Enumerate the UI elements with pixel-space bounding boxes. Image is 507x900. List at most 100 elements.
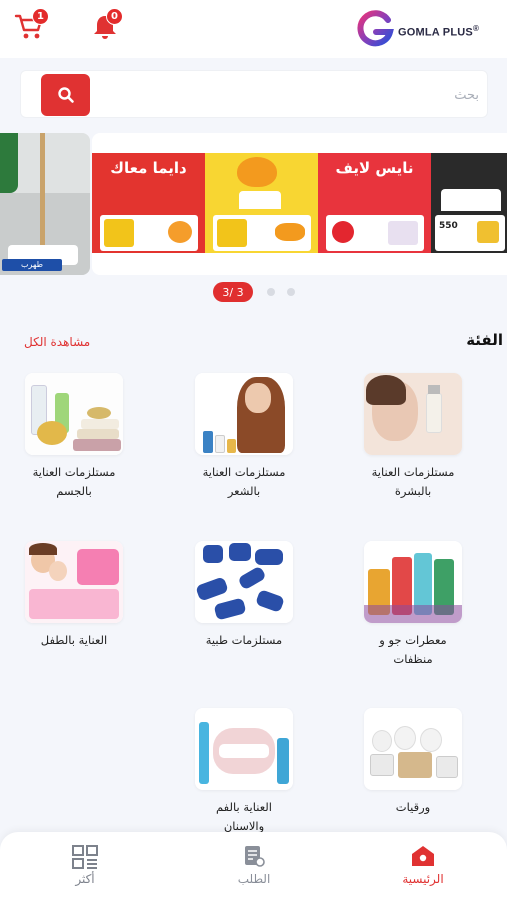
- tissue-box: [100, 215, 198, 251]
- category-image-hair-care: [195, 373, 293, 455]
- tissue-box: [213, 215, 311, 251]
- toothbrush: [199, 722, 209, 784]
- category-image-oral-care: [195, 708, 293, 790]
- carousel-dot[interactable]: [267, 288, 275, 296]
- label-line: بالجسم: [56, 484, 92, 498]
- category-image-paper-products: [364, 708, 462, 790]
- carousel-dot[interactable]: [287, 288, 295, 296]
- nav-orders-label: الطلب: [237, 872, 271, 886]
- knee-brace: [255, 549, 283, 565]
- category-label: مستلزمات طبية: [174, 631, 314, 650]
- category-label: مستلزمات العناية بالشعر: [174, 463, 314, 501]
- knee-brace: [229, 543, 251, 561]
- tissue-box: [398, 752, 432, 778]
- bottle: [426, 393, 442, 433]
- label-line: منظفات: [393, 652, 433, 666]
- face: [245, 383, 271, 413]
- label-line: معطرات جو و: [379, 633, 447, 647]
- box-count: 550: [439, 221, 458, 231]
- category-label: العناية بالطفل: [4, 631, 144, 650]
- label-line: مستلزمات العناية: [371, 465, 455, 479]
- logo-text: GOMLA PLUS: [398, 26, 473, 39]
- orders-icon: [245, 846, 265, 867]
- tissue-roll: [372, 730, 392, 752]
- page-indicator: 3/ 3: [213, 282, 253, 302]
- search-icon: [57, 87, 74, 103]
- nav-home[interactable]: الرئيسية: [378, 842, 468, 892]
- label-line: والاسنان: [223, 819, 265, 833]
- cart-count-badge: 1: [32, 8, 49, 25]
- tissue-box: 550: [435, 215, 505, 251]
- hair: [366, 375, 406, 405]
- label-line: العناية بالطفل: [40, 633, 108, 647]
- label-line: العناية بالفم: [216, 800, 272, 814]
- bottle: [203, 431, 213, 453]
- category-label: ورقيات: [343, 798, 483, 817]
- label-line: مستلزمات العناية: [32, 465, 116, 479]
- mango-fruit: [237, 157, 277, 187]
- banner-slide-previous[interactable]: طهرب: [0, 133, 90, 275]
- gomla-plus-logo: GOMLA PLUS®: [355, 10, 487, 48]
- bottle: [215, 435, 225, 453]
- category-image-air-fresheners: [364, 541, 462, 623]
- logo-g-mark: [357, 10, 394, 47]
- banner-panel-strawberry: نايس لايف: [318, 153, 431, 253]
- nav-home-label: الرئيسية: [402, 872, 444, 886]
- panel-title: نايس لايف: [335, 159, 414, 177]
- category-image-baby-care: [25, 541, 123, 623]
- tissue-pack: [436, 756, 458, 778]
- baby-kit: [29, 589, 119, 619]
- search-bar: [20, 70, 488, 118]
- cart-button[interactable]: 1: [14, 8, 49, 42]
- view-all-link[interactable]: مشاهدة الكل: [24, 335, 90, 349]
- category-label: العناية بالفم والاسنان: [174, 798, 314, 836]
- baby-bag: [77, 549, 119, 585]
- app-header: 1 0 GOMLA PLUS®: [0, 0, 507, 58]
- nav-more[interactable]: أكثر: [40, 842, 130, 892]
- towel: [73, 439, 121, 451]
- notifications-button[interactable]: 0: [90, 8, 124, 42]
- nav-orders[interactable]: الطلب: [209, 842, 299, 892]
- teeth: [219, 744, 269, 758]
- label-line: ورقيات: [395, 800, 431, 814]
- bottle-cap: [428, 385, 440, 394]
- banner-panel-mango: [205, 153, 318, 253]
- home-icon: [412, 846, 434, 866]
- banner-panel-peach: دايما معاك: [92, 153, 205, 253]
- category-label: مستلزمات العناية بالبشرة: [343, 463, 483, 501]
- baby-face: [49, 561, 67, 581]
- search-input[interactable]: [101, 77, 479, 113]
- tissue-puff: [239, 191, 281, 209]
- product-caption: طهرب: [2, 259, 62, 271]
- registered-mark: ®: [472, 24, 480, 33]
- search-button[interactable]: [41, 74, 90, 116]
- tissue-puff: [441, 189, 501, 211]
- tissue-box: [326, 215, 424, 251]
- tissue-roll: [420, 728, 442, 752]
- mop-handle: [40, 133, 45, 251]
- promo-carousel[interactable]: طهرب دايما معاك نايس لايف 550: [0, 133, 507, 275]
- bottom-navigation: الرئيسية الطلب أكثر: [0, 832, 507, 900]
- category-label: مستلزمات العناية بالجسم: [4, 463, 144, 501]
- banner-slide-current[interactable]: دايما معاك نايس لايف 550: [92, 133, 507, 275]
- label-line: بالبشرة: [394, 484, 432, 498]
- bottle: [227, 439, 236, 453]
- label-line: مستلزمات العناية: [202, 465, 286, 479]
- nav-more-label: أكثر: [75, 872, 95, 886]
- toothbrush: [277, 738, 289, 784]
- category-section-title: الفئة: [466, 331, 503, 349]
- towel: [81, 419, 119, 429]
- category-image-medical-supplies: [195, 541, 293, 623]
- category-image-body-care: [25, 373, 123, 455]
- label-line: بالشعر: [227, 484, 261, 498]
- soap: [87, 407, 111, 419]
- tissue-pack: [370, 754, 394, 776]
- grid-icon: [72, 845, 98, 869]
- tissue-roll: [394, 726, 416, 750]
- carousel-pagination: 3/ 3: [210, 282, 310, 302]
- category-label: معطرات جو و منظفات: [343, 631, 483, 669]
- category-image-skin-care: [364, 373, 462, 455]
- notifications-count-badge: 0: [106, 8, 123, 25]
- sponges: [364, 605, 462, 623]
- banner-panel-dark: 550: [431, 153, 507, 253]
